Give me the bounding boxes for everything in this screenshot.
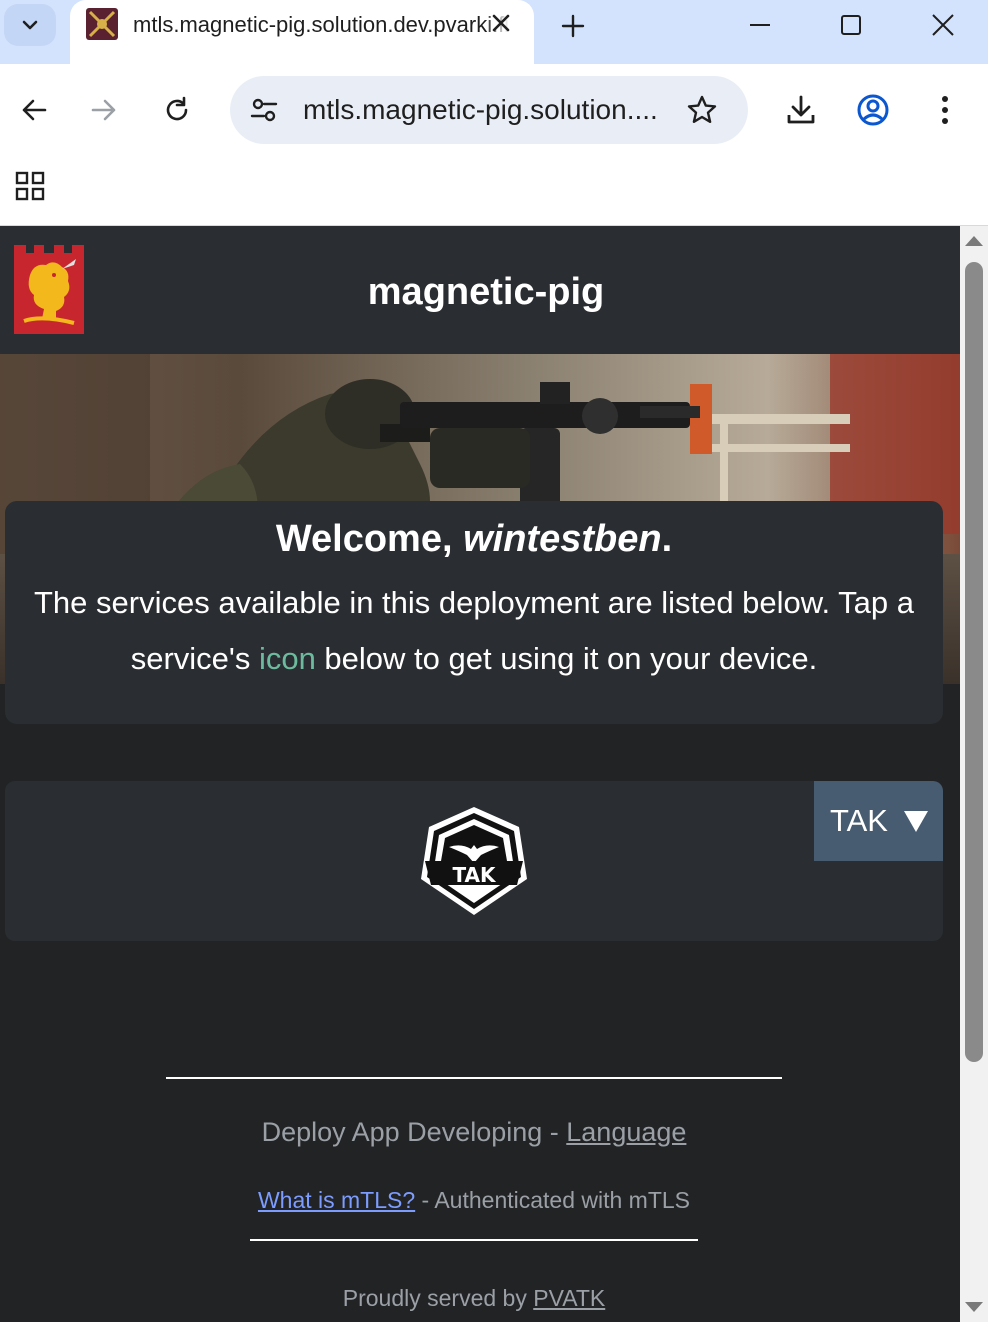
browser-tabstrip: mtls.magnetic-pig.solution.dev.pvarki.fi	[0, 0, 988, 64]
new-tab-button[interactable]	[555, 8, 591, 44]
welcome-card: Welcome, wintestben. The services availa…	[5, 501, 943, 724]
bookmark-star-button[interactable]	[682, 90, 722, 130]
pvatk-link[interactable]: PVATK	[533, 1285, 605, 1311]
close-icon	[932, 14, 954, 36]
chevron-down-icon	[22, 20, 38, 30]
language-link[interactable]: Language	[566, 1117, 686, 1147]
site-title: magnetic-pig	[367, 271, 605, 313]
reload-icon	[166, 96, 188, 121]
account-icon	[857, 94, 889, 126]
site-info-button[interactable]	[244, 90, 284, 130]
star-icon	[687, 95, 717, 123]
apps-button[interactable]	[10, 166, 50, 206]
footer-divider-bottom	[250, 1239, 698, 1241]
address-bar[interactable]: mtls.magnetic-pig.solution....	[230, 76, 748, 144]
bookmarks-bar	[0, 154, 988, 226]
tak-logo-text: TAK	[452, 863, 497, 887]
welcome-heading: Welcome, wintestben.	[275, 518, 673, 560]
more-vert-icon	[942, 96, 948, 124]
arrow-left-icon	[22, 99, 47, 121]
back-button[interactable]	[14, 90, 54, 130]
maximize-icon	[841, 15, 861, 35]
download-icon	[787, 95, 815, 124]
footer-mtls-line: What is mTLS? - Authenticated with mTLS	[257, 1187, 691, 1213]
minimize-button[interactable]	[740, 5, 780, 45]
footer-served-line: Proudly served by PVATK	[342, 1285, 606, 1311]
browser-tab-active[interactable]: mtls.magnetic-pig.solution.dev.pvarki.fi	[70, 0, 534, 64]
tab-close-button[interactable]	[486, 8, 516, 38]
tak-dropdown-button[interactable]: TAK	[814, 781, 943, 861]
profile-button[interactable]	[853, 90, 893, 130]
scrollbar-thumb[interactable]	[965, 262, 983, 1062]
forward-button[interactable]	[84, 90, 124, 130]
site-favicon	[86, 8, 118, 40]
url-text[interactable]: mtls.magnetic-pig.solution....	[303, 92, 663, 128]
service-card-tak: TAK TAK	[5, 781, 943, 941]
scroll-up-arrow-icon[interactable]	[964, 234, 984, 248]
plus-icon	[561, 14, 585, 38]
minimize-icon	[750, 24, 770, 26]
downloads-button[interactable]	[781, 90, 821, 130]
welcome-text: The services available in this deploymen…	[34, 585, 914, 676]
reload-button[interactable]	[157, 90, 197, 130]
tab-search-button[interactable]	[4, 4, 56, 46]
what-is-mtls-link[interactable]: What is mTLS?	[258, 1187, 415, 1213]
site-header: magnetic-pig	[0, 226, 960, 354]
username: wintestben	[463, 518, 662, 560]
close-icon	[492, 14, 510, 32]
browser-toolbar: mtls.magnetic-pig.solution....	[0, 64, 988, 154]
footer-divider-top	[166, 1077, 782, 1079]
scroll-down-arrow-icon[interactable]	[964, 1300, 984, 1314]
page-scrollbar[interactable]	[960, 226, 988, 1322]
tak-service-icon[interactable]: TAK	[419, 805, 529, 917]
page-viewport: magnetic-pig Welcome, wintestben. The se…	[0, 226, 960, 1322]
arrow-right-icon	[91, 99, 116, 121]
window-close-button[interactable]	[923, 5, 963, 45]
maximize-button[interactable]	[831, 5, 871, 45]
tak-dropdown-label: TAK	[830, 803, 888, 838]
icon-highlight: icon	[258, 641, 316, 676]
browser-menu-button[interactable]	[925, 90, 965, 130]
tune-icon	[250, 98, 278, 122]
footer-deploy-line: Deploy App Developing - Language	[261, 1117, 687, 1147]
tab-title: mtls.magnetic-pig.solution.dev.pvarki.fi	[133, 12, 510, 37]
caret-down-icon	[904, 811, 928, 832]
apps-grid-icon	[15, 171, 45, 201]
